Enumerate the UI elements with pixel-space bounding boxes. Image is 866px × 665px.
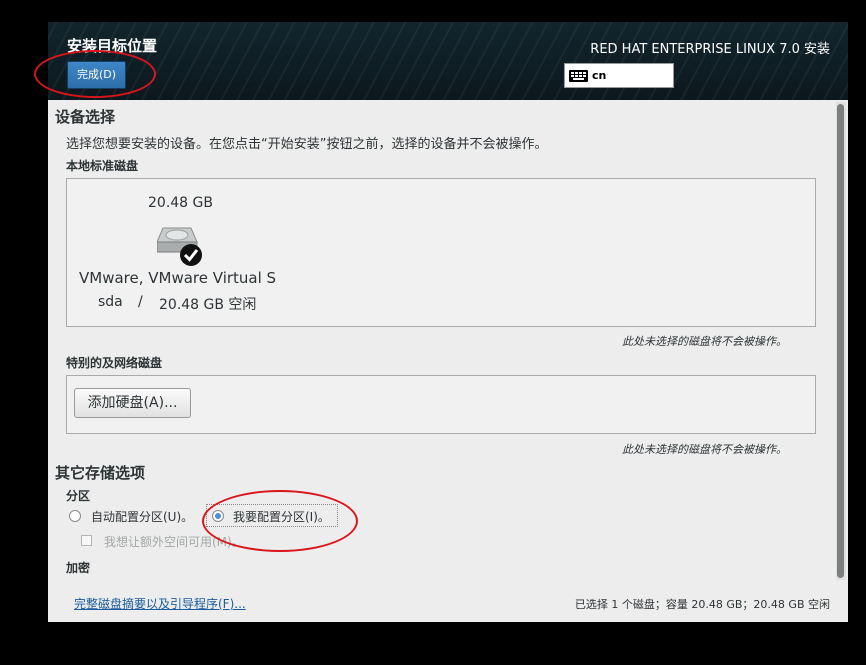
unselected-disks-note-2: 此处未选择的磁盘将不会被操作。: [622, 443, 787, 456]
keyboard-icon: [569, 70, 588, 82]
annotation-circle-done: [34, 50, 156, 98]
other-storage-options-title: 其它存储选项: [55, 464, 146, 482]
encryption-title: 加密: [66, 561, 91, 575]
local-disks-title: 本地标准磁盘: [66, 159, 139, 173]
disk-separator: /: [138, 294, 143, 310]
auto-partition-label[interactable]: 自动配置分区(U)。: [91, 508, 193, 525]
special-disks-panel: 添加硬盘(A)...: [66, 375, 816, 434]
device-selection-title: 设备选择: [55, 108, 116, 126]
auto-partition-radio[interactable]: [69, 510, 81, 522]
scrollbar-thumb[interactable]: [837, 104, 844, 578]
special-disks-title: 特别的及网络磁盘: [66, 356, 163, 370]
selection-status: 已选择 1 个磁盘；容量 20.48 GB；20.48 GB 空闲: [574, 598, 830, 611]
disk-name: VMware, VMware Virtual S: [79, 269, 277, 287]
keyboard-layout-indicator[interactable]: cn: [564, 63, 674, 88]
annotation-circle-manual-partition: [202, 490, 358, 552]
disk-device: sda: [98, 294, 123, 310]
hard-disk-selected-icon: [157, 227, 202, 266]
add-disk-button[interactable]: 添加硬盘(A)...: [74, 388, 191, 418]
vertical-scrollbar[interactable]: [836, 102, 846, 580]
product-title: RED HAT ENTERPRISE LINUX 7.0 安装: [590, 42, 830, 57]
local-disks-panel: 20.48 GB VMware, VMware Virtual S sda / …: [66, 178, 816, 327]
unselected-disks-note: 此处未选择的磁盘将不会被操作。: [622, 335, 787, 348]
full-disk-summary-link[interactable]: 完整磁盘摘要以及引导程序(F)...: [74, 595, 246, 612]
keyboard-layout-label: cn: [592, 69, 607, 82]
disk-size: 20.48 GB: [148, 195, 213, 211]
device-selection-description: 选择您想要安装的设备。在您点击“开始安装”按钮之前，选择的设备并不会被操作。: [66, 137, 548, 152]
header-bar: 安装目标位置 完成(D) RED HAT ENTERPRISE LINUX 7.…: [48, 22, 848, 100]
installation-destination-window: 安装目标位置 完成(D) RED HAT ENTERPRISE LINUX 7.…: [48, 22, 848, 622]
disk-tile-sda[interactable]: 20.48 GB VMware, VMware Virtual S sda / …: [75, 187, 305, 317]
partitioning-title: 分区: [66, 489, 91, 503]
extra-space-checkbox[interactable]: [81, 535, 92, 546]
disk-free-space: 20.48 GB 空闲: [159, 297, 257, 313]
